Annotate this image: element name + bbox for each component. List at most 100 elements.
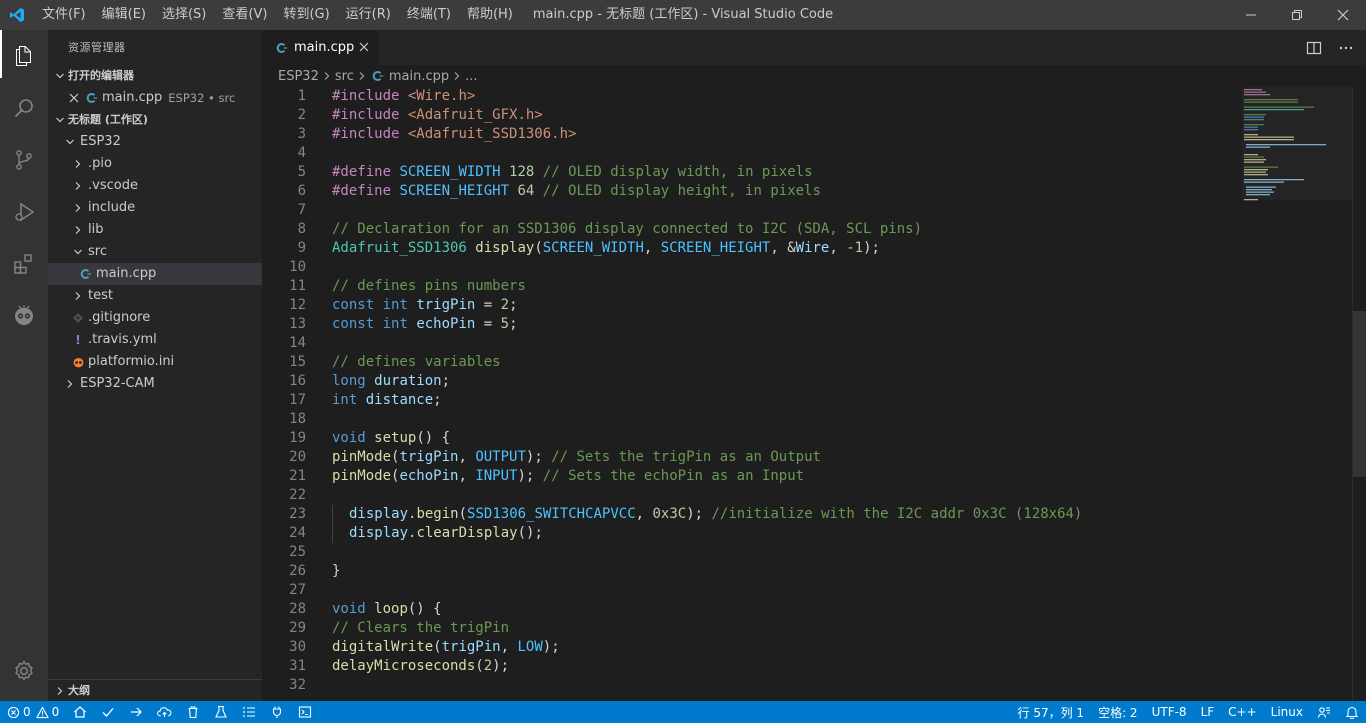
line-number: 20	[289, 449, 306, 465]
minimize-button[interactable]	[1228, 0, 1274, 30]
line-number: 10	[289, 259, 306, 275]
tree-folder-vscode[interactable]: .vscode	[48, 175, 262, 197]
warning-icon	[36, 706, 49, 718]
tree-label: main.cpp	[96, 266, 157, 281]
menu-terminal[interactable]: 终端(T)	[399, 0, 459, 30]
line-source: pinMode(trigPin, OUTPUT); // Sets the tr…	[332, 449, 821, 465]
activity-explorer[interactable]	[0, 30, 48, 82]
restore-button[interactable]	[1274, 0, 1320, 30]
tree-file-gitignore[interactable]: .gitignore	[48, 307, 262, 329]
pio-serial-monitor-button[interactable]	[263, 701, 291, 723]
tree-folder-lib[interactable]: lib	[48, 219, 262, 241]
menu-selection[interactable]: 选择(S)	[154, 0, 214, 30]
notifications-button[interactable]	[1338, 701, 1366, 723]
error-icon	[7, 706, 20, 718]
home-icon	[74, 706, 87, 718]
pio-build-button[interactable]	[94, 701, 122, 723]
close-editor-icon[interactable]	[66, 90, 82, 106]
feedback-button[interactable]	[1310, 701, 1338, 723]
tree-folder-test[interactable]: test	[48, 285, 262, 307]
open-editor-item[interactable]: main.cpp ESP32 • src	[48, 87, 262, 109]
pio-home-button[interactable]	[66, 701, 94, 723]
close-window-button[interactable]	[1320, 0, 1366, 30]
activity-manage[interactable]	[0, 647, 48, 695]
workspace-header[interactable]: 无标题 (工作区)	[48, 109, 262, 131]
line-number: 8	[297, 221, 306, 237]
warning-count: 0	[51, 705, 60, 719]
code-line: 14	[262, 334, 1262, 353]
split-editor-button[interactable]	[1304, 38, 1324, 58]
tree-file-main-cpp[interactable]: main.cpp	[48, 263, 262, 285]
code-line: 2 #include <Adafruit_GFX.h>	[262, 106, 1262, 125]
tree-file-travis[interactable]: ! .travis.yml	[48, 329, 262, 351]
line-source: #include <Wire.h>	[332, 88, 476, 104]
line-number: 3	[297, 126, 306, 142]
line-number: 2	[297, 107, 306, 123]
breadcrumb-item[interactable]: main.cpp	[389, 69, 449, 84]
menu-view[interactable]: 查看(V)	[214, 0, 275, 30]
tree-folder-src[interactable]: src	[48, 241, 262, 263]
indentation-status[interactable]: 空格: 2	[1091, 701, 1145, 723]
cursor-position[interactable]: 行 57，列 1	[1011, 701, 1092, 723]
activity-run-debug[interactable]	[0, 186, 48, 238]
cpp-file-icon	[78, 266, 94, 282]
breadcrumb-item[interactable]: ESP32	[278, 69, 319, 84]
tree-folder-pio[interactable]: .pio	[48, 153, 262, 175]
line-source: const int echoPin = 5;	[332, 316, 518, 332]
tab-close-button[interactable]	[356, 39, 372, 55]
activity-extensions[interactable]	[0, 238, 48, 290]
tree-label: .vscode	[88, 178, 138, 193]
pio-test-button[interactable]	[207, 701, 235, 723]
breadcrumb-item[interactable]: ...	[465, 69, 477, 84]
code-editor[interactable]: 1 #include <Wire.h> 2 #include <Adafruit_G…	[262, 87, 1366, 701]
more-actions-button[interactable]	[1336, 38, 1356, 58]
open-editor-description: ESP32 • src	[168, 91, 236, 105]
code-line: 29 // Clears the trigPin	[262, 619, 1262, 638]
pio-terminal-button[interactable]	[291, 701, 319, 723]
cpp-file-icon	[274, 40, 290, 56]
activity-source-control[interactable]	[0, 134, 48, 186]
vscode-logo-icon	[0, 0, 34, 30]
line-source: display.clearDisplay();	[349, 525, 543, 541]
line-source: const int trigPin = 2;	[332, 297, 518, 313]
cloud-upload-icon	[157, 707, 172, 718]
menu-help[interactable]: 帮助(H)	[459, 0, 521, 30]
encoding-status[interactable]: UTF-8	[1145, 701, 1194, 723]
line-source: #include <Adafruit_GFX.h>	[332, 107, 543, 123]
chevron-right-icon	[70, 156, 86, 172]
minimap[interactable]	[1242, 87, 1352, 207]
vertical-scrollbar[interactable]	[1352, 87, 1366, 701]
breadcrumb-item[interactable]: src	[335, 69, 354, 84]
language-mode[interactable]: C++	[1221, 701, 1264, 723]
menu-file[interactable]: 文件(F)	[34, 0, 94, 30]
tree-folder-include[interactable]: include	[48, 197, 262, 219]
scrollbar-thumb[interactable]	[1353, 311, 1366, 477]
menu-edit[interactable]: 编辑(E)	[94, 0, 154, 30]
tree-file-platformio[interactable]: platformio.ini	[48, 351, 262, 373]
menu-run[interactable]: 运行(R)	[338, 0, 399, 30]
platformio-icon	[15, 305, 33, 325]
tree-folder-esp32[interactable]: ESP32	[48, 131, 262, 153]
platform-status[interactable]: Linux	[1264, 701, 1310, 723]
open-editors-header[interactable]: 打开的编辑器	[48, 65, 262, 87]
pio-tasks-button[interactable]	[235, 701, 263, 723]
outline-label: 大纲	[68, 683, 90, 697]
activity-platformio[interactable]	[0, 290, 48, 342]
problems-status[interactable]: 0 0	[0, 701, 66, 723]
tab-main-cpp[interactable]: main.cpp	[262, 30, 378, 65]
pio-clean-button[interactable]	[179, 701, 207, 723]
code-line: 19 void setup() {	[262, 429, 1262, 448]
menu-go[interactable]: 转到(G)	[275, 0, 337, 30]
chevron-right-icon	[70, 200, 86, 216]
status-bar-right: 行 57，列 1 空格: 2 UTF-8 LF C++ Linux	[1011, 701, 1366, 723]
line-source: Adafruit_SSD1306 display(SCREEN_WIDTH, S…	[332, 240, 880, 256]
eol-status[interactable]: LF	[1194, 701, 1222, 723]
activity-search[interactable]	[0, 82, 48, 134]
error-count: 0	[23, 705, 31, 719]
pio-upload-fs-button[interactable]	[150, 701, 179, 723]
pio-upload-button[interactable]	[122, 701, 150, 723]
menu-bar: 文件(F) 编辑(E) 选择(S) 查看(V) 转到(G) 运行(R) 终端(T…	[34, 0, 521, 30]
outline-header[interactable]: 大纲	[48, 679, 262, 701]
tree-folder-esp32-cam[interactable]: ESP32-CAM	[48, 373, 262, 395]
line-source: // Declaration for an SSD1306 display co…	[332, 221, 923, 237]
